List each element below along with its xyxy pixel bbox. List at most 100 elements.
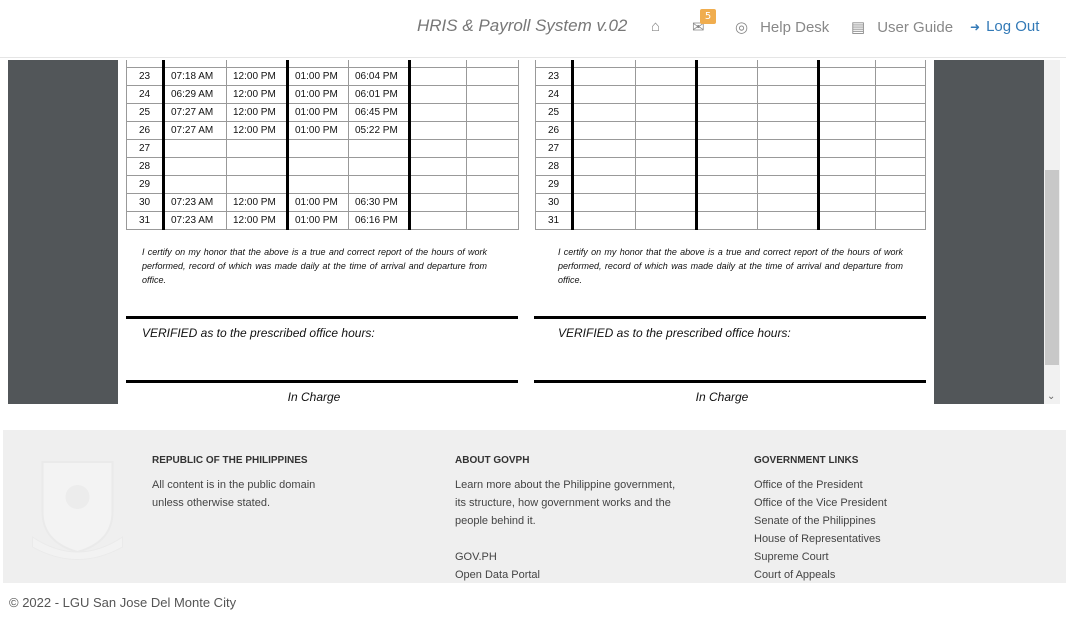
time-cell: [817, 157, 876, 176]
user-guide-link[interactable]: ▤ User Guide: [851, 18, 953, 37]
table-row: 30 07:23 AM 12:00 PM 01:00 PM 06:30 PM: [126, 193, 519, 212]
time-cell: 06:01 PM: [348, 85, 410, 104]
time-cell: [571, 103, 636, 122]
footer-link[interactable]: Office of the President: [754, 476, 887, 494]
time-cell: [817, 139, 876, 158]
scrollbar-thumb[interactable]: [1045, 170, 1059, 365]
table-row-partial: 22: [535, 60, 926, 68]
time-cell: 06:16 PM: [348, 211, 410, 230]
time-cell: [348, 175, 410, 194]
app-title: HRIS & Payroll System v.02: [417, 16, 628, 35]
time-cell: [226, 157, 288, 176]
time-cell: [466, 60, 519, 68]
table-row: 27: [126, 139, 519, 158]
day-cell: 26: [535, 121, 573, 140]
day-cell: 25: [535, 103, 573, 122]
time-cell: [695, 103, 758, 122]
day-cell: 29: [535, 175, 573, 194]
book-icon: ▤: [851, 19, 866, 36]
time-cell: [695, 193, 758, 212]
time-cell: [571, 121, 636, 140]
time-cell: [408, 85, 467, 104]
certify-text-right: I certify on my honor that the above is …: [558, 247, 903, 285]
time-cell: [757, 175, 819, 194]
table-row: 29: [535, 175, 926, 194]
time-cell: [408, 193, 467, 212]
pdf-viewer[interactable]: 222307:18 AM12:00 PM01:00 PM06:04 PM2406…: [8, 60, 1044, 404]
time-cell: [817, 211, 876, 230]
time-cell: 12:00 PM: [226, 193, 288, 212]
time-cell: [408, 67, 467, 86]
time-cell: [635, 157, 697, 176]
time-cell: [757, 85, 819, 104]
chevron-down-icon[interactable]: ⌄: [1047, 391, 1055, 402]
time-cell: 07:27 AM: [162, 103, 227, 122]
footer-col2-title: ABOUT GOVPH: [455, 455, 530, 466]
time-cell: [817, 193, 876, 212]
time-cell: [875, 103, 926, 122]
time-cell: 07:23 AM: [162, 211, 227, 230]
home-icon: ⌂: [651, 18, 661, 35]
time-cell: [817, 175, 876, 194]
table-row: 27: [535, 139, 926, 158]
vertical-scrollbar[interactable]: ⌄: [1044, 60, 1060, 404]
time-cell: 05:22 PM: [348, 121, 410, 140]
home-button[interactable]: ⌂: [651, 18, 660, 35]
footer-text: All content is in the public domain: [152, 479, 316, 491]
time-cell: [757, 103, 819, 122]
day-cell: 24: [535, 85, 573, 104]
day-cell: 26: [126, 121, 164, 140]
time-cell: [695, 139, 758, 158]
time-cell: [408, 60, 467, 68]
time-cell: [226, 139, 288, 158]
day-cell: 27: [535, 139, 573, 158]
time-cell: [408, 175, 467, 194]
time-cell: [817, 103, 876, 122]
table-row-partial: 22: [126, 60, 519, 68]
time-cell: 01:00 PM: [286, 103, 349, 122]
footer-col1-title: REPUBLIC OF THE PHILIPPINES: [152, 455, 308, 466]
time-cell: [635, 139, 697, 158]
footer-link-open-data[interactable]: Open Data Portal: [455, 566, 675, 583]
time-cell: 01:00 PM: [286, 211, 349, 230]
time-cell: [466, 103, 519, 122]
time-cell: [286, 157, 349, 176]
log-out-link[interactable]: ➜ Log Out: [970, 18, 1039, 35]
footer-link[interactable]: Office of the Vice President: [754, 494, 887, 512]
time-cell: [226, 175, 288, 194]
time-cell: 12:00 PM: [226, 67, 288, 86]
footer-link[interactable]: House of Representatives: [754, 530, 887, 548]
help-desk-link[interactable]: ◎ Help Desk: [735, 18, 829, 37]
day-cell: 29: [126, 175, 164, 194]
day-cell: 28: [126, 157, 164, 176]
time-cell: [695, 121, 758, 140]
footer-link[interactable]: Supreme Court: [754, 548, 887, 566]
top-navbar: HRIS & Payroll System v.02 ⌂ ✉ 5 ◎ Help D…: [0, 0, 1066, 58]
time-cell: [162, 157, 227, 176]
in-charge-right: In Charge: [695, 390, 749, 404]
time-cell: [408, 103, 467, 122]
day-cell: 22: [126, 60, 164, 68]
footer-link[interactable]: Court of Appeals: [754, 566, 887, 583]
time-cell: [466, 157, 519, 176]
time-cell: [757, 193, 819, 212]
time-cell: [408, 139, 467, 158]
table-row: 26 07:27 AM 12:00 PM 01:00 PM 05:22 PM: [126, 121, 519, 140]
time-cell: [695, 85, 758, 104]
time-cell: [162, 175, 227, 194]
day-cell: 27: [126, 139, 164, 158]
time-cell: [875, 175, 926, 194]
footer-link-govph[interactable]: GOV.PH: [455, 548, 675, 566]
copyright: © 2022 - LGU San Jose Del Monte City: [9, 595, 237, 610]
time-cell: [875, 60, 926, 68]
signature-line: [126, 380, 518, 383]
footer-link[interactable]: Senate of the Philippines: [754, 512, 887, 530]
time-cell: 07:27 AM: [162, 121, 227, 140]
day-cell: 25: [126, 103, 164, 122]
time-cell: [695, 175, 758, 194]
time-cell: [466, 85, 519, 104]
table-row: 25 07:27 AM 12:00 PM 01:00 PM 06:45 PM: [126, 103, 519, 122]
time-cell: [757, 211, 819, 230]
time-cell: 01:00 PM: [286, 85, 349, 104]
table-row: 31: [535, 211, 926, 230]
